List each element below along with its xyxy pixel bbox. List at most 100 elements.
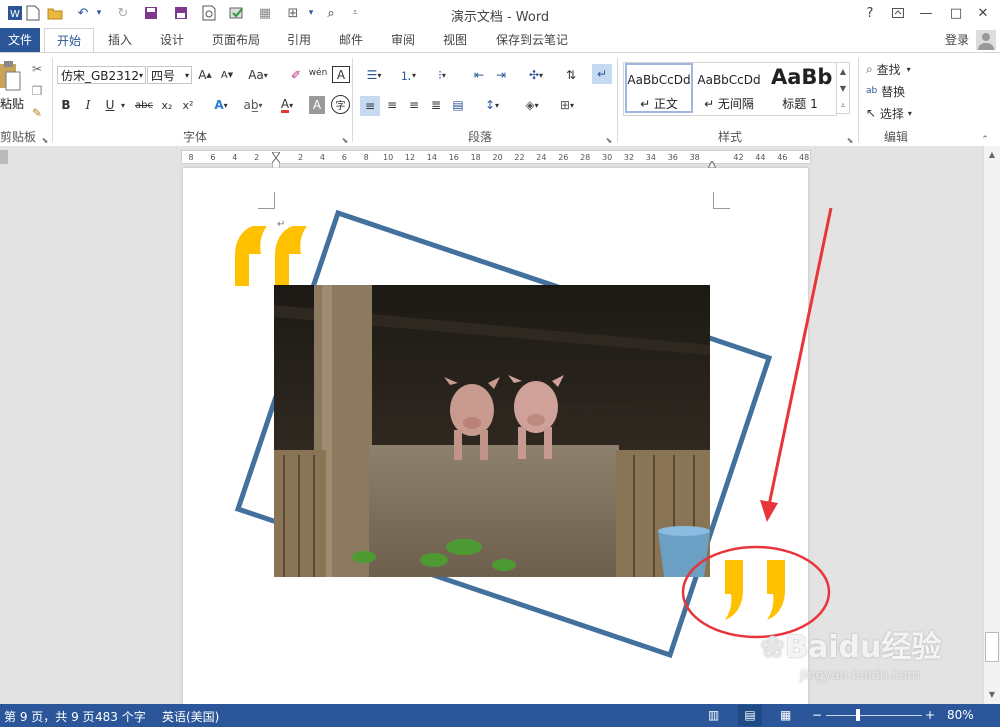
close-button[interactable]: ✕ <box>972 3 994 23</box>
increase-indent-icon[interactable]: ⇥ <box>492 66 510 84</box>
underline-dropdown-icon[interactable]: ▾ <box>119 96 127 114</box>
numbering-icon[interactable]: ⒈ ▾ <box>394 66 422 84</box>
ruler-toggle[interactable] <box>0 150 8 164</box>
copy-icon[interactable]: ❐ <box>28 82 46 100</box>
paragraph-borders-icon[interactable]: ⊞ ▾ <box>553 96 581 114</box>
help-button[interactable]: ? <box>859 3 881 23</box>
tab-view[interactable]: 视图 <box>440 28 470 52</box>
tab-layout[interactable]: 页面布局 <box>208 28 264 52</box>
chevron-down-icon: ▾ <box>138 71 143 80</box>
tab-save-to-cloud-notes[interactable]: 保存到云笔记 <box>493 28 571 52</box>
styles-group-label: 样式 <box>717 130 742 144</box>
zoom-level[interactable]: 80% <box>947 708 974 722</box>
web-layout-icon[interactable]: ▦ <box>780 708 791 722</box>
style-no-spacing[interactable]: AaBbCcDd ↵ 无间隔 <box>695 63 763 113</box>
phonetic-guide-button[interactable]: wén <box>308 64 328 82</box>
font-color-icon[interactable]: A ▾ <box>274 96 300 114</box>
character-shading-icon[interactable]: A <box>309 96 325 114</box>
right-indent-marker[interactable] <box>707 158 717 169</box>
print-layout-icon[interactable]: ▤ <box>738 705 762 726</box>
subscript-button[interactable]: x₂ <box>158 96 176 114</box>
superscript-button[interactable]: x² <box>179 96 197 114</box>
character-border-button[interactable]: A <box>332 66 350 83</box>
zoom-out-button[interactable]: − <box>812 708 822 722</box>
grow-font-button[interactable]: A ▲ <box>196 66 214 84</box>
format-painter-icon[interactable]: ✎ <box>28 104 46 122</box>
ruler-tick-label: 36 <box>667 153 678 162</box>
change-case-button[interactable]: Aa ▾ <box>244 66 272 84</box>
align-left-icon[interactable]: ≡ <box>360 96 380 116</box>
ruler-tick-label: 22 <box>514 153 525 162</box>
group-separator <box>352 58 353 142</box>
ribbon-display-options-icon[interactable] <box>887 3 909 23</box>
tab-insert[interactable]: 插入 <box>103 28 137 52</box>
justify-icon[interactable]: ≣ <box>427 96 445 114</box>
tab-review[interactable]: 审阅 <box>388 28 418 52</box>
line-spacing-icon[interactable]: ↕ ▾ <box>478 96 506 114</box>
strikethrough-button[interactable]: abc <box>133 96 155 114</box>
highlight-icon[interactable]: ab̲ ▾ <box>238 96 268 114</box>
maximize-button[interactable]: □ <box>945 3 967 23</box>
paragraph-group-label: 段落 <box>467 130 492 144</box>
ruler-tick-label: 32 <box>623 153 635 162</box>
pigs-photo[interactable] <box>274 285 710 577</box>
cursor-icon: ↖ <box>866 106 877 120</box>
scroll-up-icon[interactable]: ▲ <box>986 150 998 160</box>
scrollbar-thumb[interactable] <box>985 632 999 662</box>
paste-icon[interactable] <box>0 58 22 98</box>
read-mode-icon[interactable]: ▥ <box>708 708 719 722</box>
italic-button[interactable]: I <box>80 96 96 114</box>
scroll-down-icon[interactable]: ▼ <box>986 690 998 700</box>
vertical-scrollbar[interactable] <box>983 146 1000 704</box>
tab-file[interactable]: 文件 <box>0 28 40 52</box>
underline-button[interactable]: U <box>102 96 118 114</box>
distributed-icon[interactable]: ▤ <box>449 96 467 114</box>
group-separator <box>617 58 618 142</box>
align-center-icon[interactable]: ≡ <box>383 96 401 114</box>
user-avatar-icon[interactable] <box>976 30 996 50</box>
style-heading1[interactable]: AaBb 标题 1 <box>765 63 835 113</box>
style-normal[interactable]: AaBbCcDd ↵ 正文 <box>625 63 693 113</box>
decrease-indent-icon[interactable]: ⇤ <box>470 66 488 84</box>
tab-design[interactable]: 设计 <box>155 28 189 52</box>
ruler-tick-label: 20 <box>492 153 503 162</box>
show-marks-icon[interactable]: ↵ <box>592 64 612 84</box>
page-count[interactable]: 第 9 页，共 9 页 <box>4 708 95 725</box>
tab-mailings[interactable]: 邮件 <box>336 28 366 52</box>
tab-home[interactable]: 开始 <box>44 28 94 53</box>
text-effects-icon[interactable]: A ▾ <box>210 96 232 114</box>
bullets-icon[interactable]: ☰ ▾ <box>360 66 388 84</box>
ruler-tick-label: 6 <box>341 153 347 162</box>
styles-scroll[interactable]: ▲ ▼ ⩡ <box>836 62 850 114</box>
replace-button[interactable]: ab 替换 <box>866 82 928 100</box>
ruler-tick-label: 10 <box>383 153 394 162</box>
first-line-indent-marker[interactable] <box>271 149 281 159</box>
paste-label[interactable]: 粘贴 <box>0 95 24 112</box>
font-name-combo[interactable]: 仿宋_GB2312 ▾ <box>57 66 146 84</box>
zoom-in-button[interactable]: + <box>925 708 935 722</box>
zoom-slider-thumb[interactable] <box>856 709 860 721</box>
minimize-button[interactable]: — <box>915 3 937 23</box>
find-button[interactable]: ⌕ 查找 ▾ <box>866 60 928 78</box>
chinese-layout-icon[interactable]: ✣ ▾ <box>522 66 550 84</box>
shading-icon[interactable]: ◈ ▾ <box>518 96 546 114</box>
enclose-character-button[interactable]: 字 <box>331 95 350 114</box>
login-link[interactable]: 登录 <box>940 28 974 52</box>
clear-formatting-icon[interactable]: ✐ <box>287 66 305 84</box>
watermark-url: jingyan.baidu.com <box>800 668 920 683</box>
language-status[interactable]: 英语(美国) <box>162 708 219 725</box>
shrink-font-button[interactable]: A ▼ <box>218 66 236 84</box>
multilevel-list-icon[interactable]: ⁝ ▾ <box>428 66 456 84</box>
align-right-icon[interactable]: ≡ <box>405 96 423 114</box>
select-button[interactable]: ↖ 选择 ▾ <box>866 104 928 122</box>
cut-icon[interactable]: ✂ <box>28 60 46 78</box>
opening-quote-shape[interactable] <box>235 226 307 286</box>
zoom-slider-track[interactable] <box>826 715 922 716</box>
bold-button[interactable]: B <box>58 96 74 114</box>
word-count[interactable]: 483 个字 <box>95 708 146 725</box>
sort-icon[interactable]: ⇅ <box>562 66 580 84</box>
font-size-combo[interactable]: 四号 ▾ <box>147 66 192 84</box>
style-no-spacing-preview: AaBbCcDd <box>697 73 761 87</box>
tab-references[interactable]: 引用 <box>284 28 314 52</box>
ruler-tick-label: 12 <box>404 153 416 162</box>
